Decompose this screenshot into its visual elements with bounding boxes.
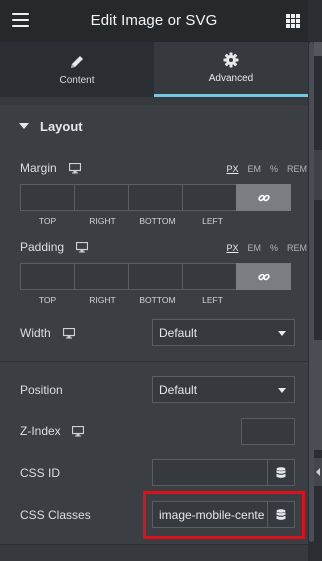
- pencil-icon: [71, 55, 83, 68]
- margin-link-button[interactable]: [236, 184, 291, 211]
- padding-left-input[interactable]: [182, 263, 237, 290]
- unit-percent[interactable]: %: [270, 243, 278, 253]
- side-label-bottom: BOTTOM: [139, 295, 176, 305]
- annotation-highlight-box: [143, 491, 305, 539]
- unit-px[interactable]: PX: [226, 164, 238, 174]
- zindex-input[interactable]: [241, 418, 295, 445]
- unit-px[interactable]: PX: [226, 243, 238, 253]
- desktop-icon[interactable]: [69, 163, 81, 174]
- editor-tabs: Content Advanced: [0, 42, 308, 97]
- link-icon: [257, 194, 270, 201]
- dynamic-tags-button[interactable]: [267, 459, 295, 486]
- margin-right-input[interactable]: [74, 184, 129, 211]
- link-icon: [257, 273, 270, 280]
- side-label-bottom: BOTTOM: [139, 216, 176, 226]
- tab-content[interactable]: Content: [0, 42, 154, 97]
- position-select[interactable]: Default: [152, 376, 295, 403]
- tab-advanced[interactable]: Advanced: [154, 42, 308, 97]
- width-label: Width: [20, 326, 51, 340]
- database-icon: [276, 466, 286, 478]
- section-divider: [0, 361, 308, 362]
- preview-edge: [314, 42, 322, 56]
- zindex-label: Z-Index: [20, 424, 61, 438]
- unit-rem[interactable]: REM: [287, 164, 307, 174]
- padding-right-input[interactable]: [74, 263, 129, 290]
- cssclasses-label: CSS Classes: [20, 508, 91, 522]
- padding-units: PX EM % REM: [226, 243, 307, 253]
- margin-units: PX EM % REM: [226, 164, 307, 174]
- padding-top-input[interactable]: [20, 263, 75, 290]
- unit-rem[interactable]: REM: [287, 243, 307, 253]
- cssid-label: CSS ID: [20, 466, 61, 480]
- side-label-top: TOP: [38, 295, 57, 305]
- panel-header: Edit Image or SVG: [0, 0, 308, 42]
- margin-top-input[interactable]: [20, 184, 75, 211]
- side-label-right: RIGHT: [89, 295, 116, 305]
- widgets-grid-icon[interactable]: [286, 14, 300, 28]
- side-label-top: TOP: [38, 216, 57, 226]
- desktop-icon[interactable]: [72, 426, 84, 437]
- tab-content-label: Content: [59, 74, 95, 86]
- layout-section-toggle[interactable]: Layout: [0, 105, 308, 147]
- unit-em[interactable]: EM: [247, 243, 261, 253]
- panel-title: Edit Image or SVG: [90, 12, 218, 29]
- css-id-input[interactable]: [152, 459, 268, 486]
- next-section-header[interactable]: [0, 545, 308, 561]
- padding-label: Padding: [20, 240, 65, 254]
- position-label: Position: [20, 383, 63, 397]
- side-label-right: RIGHT: [89, 216, 116, 226]
- section-title: Layout: [40, 118, 83, 134]
- margin-bottom-input[interactable]: [128, 184, 183, 211]
- padding-inputs: [20, 263, 295, 290]
- gear-icon: [223, 52, 239, 68]
- margin-label: Margin: [20, 161, 57, 175]
- padding-bottom-input[interactable]: [128, 263, 183, 290]
- preview-edge: [314, 340, 322, 450]
- unit-em[interactable]: EM: [247, 164, 261, 174]
- collapse-panel-button[interactable]: [314, 458, 322, 486]
- padding-link-button[interactable]: [236, 263, 291, 290]
- desktop-icon[interactable]: [63, 328, 75, 339]
- unit-percent[interactable]: %: [270, 164, 278, 174]
- desktop-icon[interactable]: [76, 242, 88, 253]
- width-select[interactable]: Default: [152, 319, 295, 346]
- margin-left-input[interactable]: [182, 184, 237, 211]
- tab-advanced-label: Advanced: [208, 73, 254, 84]
- margin-inputs: [20, 184, 295, 211]
- preview-edge: [314, 150, 322, 200]
- margin-side-labels: TOP RIGHT BOTTOM LEFT: [20, 216, 240, 226]
- side-label-left: LEFT: [202, 216, 223, 226]
- side-label-left: LEFT: [202, 295, 223, 305]
- padding-side-labels: TOP RIGHT BOTTOM LEFT: [20, 295, 240, 305]
- caret-down-icon: [19, 123, 29, 129]
